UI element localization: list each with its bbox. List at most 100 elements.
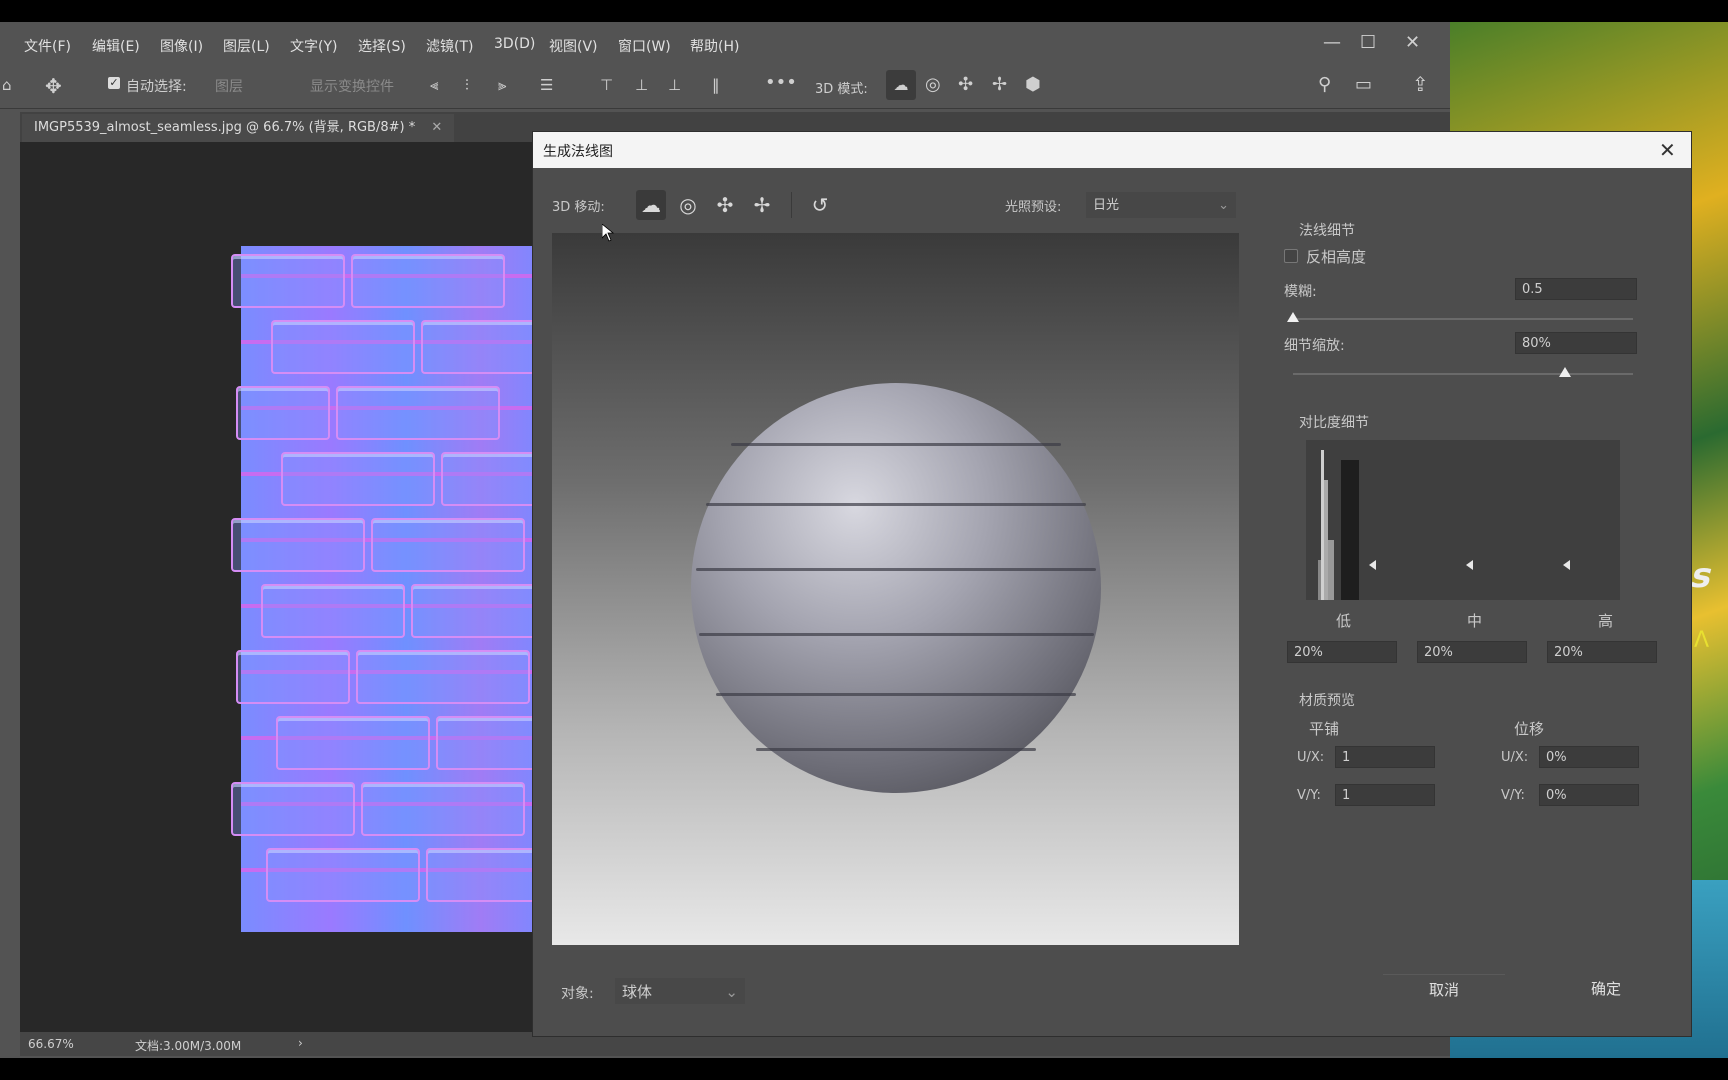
tile-label: 平铺 (1309, 720, 1340, 738)
texture-brick (356, 650, 530, 704)
sphere-brick-line (716, 693, 1076, 696)
share-icon[interactable]: ⇪ (1412, 72, 1429, 96)
tile-vy-value: 1 (1342, 788, 1351, 803)
tile-ux-label: U/X: (1297, 750, 1325, 765)
menu-filter[interactable]: 滤镜(T) (426, 36, 473, 56)
menu-file[interactable]: 文件(F) (24, 36, 71, 56)
offset-ux-field[interactable]: 0% (1539, 746, 1639, 768)
more-options-icon[interactable]: ••• (765, 72, 797, 93)
low-field[interactable]: 20% (1287, 641, 1397, 663)
pan-3d-icon[interactable]: ✣ (958, 74, 973, 95)
close-window-icon[interactable]: ✕ (1405, 32, 1420, 53)
distribute-vertical-icon[interactable]: ‖ (712, 76, 720, 94)
menu-window[interactable]: 窗口(W) (618, 36, 671, 56)
menu-view[interactable]: 视图(V) (549, 36, 598, 56)
blur-slider[interactable] (1293, 318, 1633, 320)
light-preset-dropdown[interactable]: 日光 ⌄ (1086, 192, 1236, 218)
menu-image[interactable]: 图像(I) (160, 36, 203, 56)
reset-view-icon[interactable]: ↺ (805, 190, 835, 220)
menu-help[interactable]: 帮助(H) (690, 36, 739, 56)
document-info: 文档:3.00M/3.00M (135, 1039, 242, 1053)
object-value: 球体 (622, 983, 653, 1001)
tile-vy-label: V/Y: (1297, 788, 1321, 803)
low-label: 低 (1336, 612, 1352, 630)
detail-scale-slider-thumb[interactable] (1559, 367, 1571, 377)
light-preset-value: 日光 (1093, 198, 1120, 213)
detail-scale-field[interactable]: 80% (1515, 332, 1637, 354)
align-center-icon[interactable]: ⫶ (465, 76, 469, 94)
menu-bar: 文件(F) 编辑(E) 图像(I) 图层(L) 文字(Y) 选择(S) 滤镜(T… (0, 24, 1450, 64)
maximize-icon[interactable]: ☐ (1360, 32, 1376, 53)
detail-scale-label: 细节缩放: (1284, 338, 1345, 354)
move-tool-icon[interactable]: ✥ (45, 74, 62, 98)
align-bottom-icon[interactable]: ⊥ (668, 76, 681, 94)
cancel-button[interactable]: 取消 (1383, 974, 1505, 1005)
offset-vy-field[interactable]: 0% (1539, 784, 1639, 806)
scale-3d-icon[interactable]: ⬢ (1025, 74, 1041, 95)
align-left-icon[interactable]: ⫷ (430, 76, 438, 94)
screen-bottom-bar (0, 1058, 1728, 1080)
texture-brick (281, 452, 435, 506)
workspace-icon[interactable]: ▭ (1355, 74, 1372, 95)
close-tab-icon[interactable]: ✕ (431, 120, 442, 135)
mid-marker[interactable] (1466, 560, 1473, 570)
tile-ux-field[interactable]: 1 (1335, 746, 1435, 768)
invert-height-label: 反相高度 (1306, 248, 1367, 266)
options-bar: ⌂ ✥ ✓ 自动选择: 图层 显示变换控件 ⫷ ⫶ ⫸ ☰ ⊤ ⊥ ⊥ ‖ ••… (0, 66, 1450, 109)
minimize-icon[interactable]: — (1323, 32, 1341, 53)
align-top-icon[interactable]: ⊤ (600, 76, 613, 94)
invert-height-checkbox[interactable] (1284, 249, 1298, 263)
mid-field[interactable]: 20% (1417, 641, 1527, 663)
high-marker[interactable] (1563, 560, 1570, 570)
distribute-icon[interactable]: ☰ (540, 76, 553, 94)
histogram-bar (1318, 560, 1321, 600)
orbit-icon[interactable]: ☁ (636, 190, 666, 220)
object-dropdown[interactable]: 球体 ⌄ (615, 978, 745, 1004)
zoom-level[interactable]: 66.67% (28, 1037, 74, 1051)
texture-brick (236, 386, 330, 440)
menu-edit[interactable]: 编辑(E) (92, 36, 140, 56)
texture-brick (361, 782, 525, 836)
auto-select-checkbox[interactable]: ✓ (108, 77, 120, 89)
low-marker[interactable] (1369, 560, 1376, 570)
home-icon[interactable]: ⌂ (2, 76, 12, 94)
high-field[interactable]: 20% (1547, 641, 1657, 663)
document-tab[interactable]: IMGP5539_almost_seamless.jpg @ 66.7% (背景… (22, 114, 455, 142)
mid-value: 20% (1424, 645, 1453, 660)
menu-layer[interactable]: 图层(L) (223, 36, 270, 56)
preview-viewport[interactable] (552, 233, 1239, 945)
roll-icon[interactable]: ◎ (673, 190, 703, 220)
blur-label: 模糊: (1284, 284, 1317, 300)
contrast-histogram (1306, 440, 1620, 600)
pan-icon[interactable]: ✣ (710, 190, 740, 220)
slide-3d-icon[interactable]: ✢ (992, 74, 1007, 95)
ok-button[interactable]: 确定 (1545, 974, 1667, 1004)
align-middle-icon[interactable]: ⊥ (635, 76, 648, 94)
auto-select-dropdown[interactable]: 图层 (215, 76, 243, 96)
menu-select[interactable]: 选择(S) (358, 36, 406, 56)
tile-vy-field[interactable]: 1 (1335, 784, 1435, 806)
show-transform-checkbox[interactable]: 显示变换控件 (310, 76, 394, 96)
texture-brick (336, 386, 500, 440)
preview-sphere[interactable] (691, 383, 1101, 793)
search-icon[interactable]: ⚲ (1318, 74, 1331, 95)
status-arrow-icon[interactable]: › (298, 1036, 303, 1050)
roll-3d-icon[interactable]: ◎ (925, 74, 941, 95)
detail-scale-value: 80% (1522, 336, 1551, 351)
menu-type[interactable]: 文字(Y) (290, 36, 337, 56)
generate-normal-map-dialog: 生成法线图 ✕ 3D 移动: ☁ ◎ ✣ ✢ ↺ 光照预设: 日光 ⌄ 法线细节… (532, 131, 1692, 1037)
blur-slider-thumb[interactable] (1287, 312, 1299, 322)
align-right-icon[interactable]: ⫸ (498, 76, 506, 94)
screen-top-bar (0, 0, 1728, 22)
histogram-dark-region (1341, 460, 1359, 600)
document-tab-title: IMGP5539_almost_seamless.jpg @ 66.7% (背景… (34, 120, 416, 135)
texture-brick (231, 518, 365, 572)
close-dialog-icon[interactable]: ✕ (1659, 138, 1676, 162)
blur-field[interactable]: 0.5 (1515, 278, 1637, 300)
orbit-3d-icon[interactable]: ☁ (886, 70, 916, 100)
slide-icon[interactable]: ✢ (747, 190, 777, 220)
detail-scale-slider[interactable] (1293, 373, 1633, 375)
auto-select-label: 自动选择: (126, 79, 187, 95)
texture-brick (236, 650, 350, 704)
menu-3d[interactable]: 3D(D) (494, 36, 535, 52)
